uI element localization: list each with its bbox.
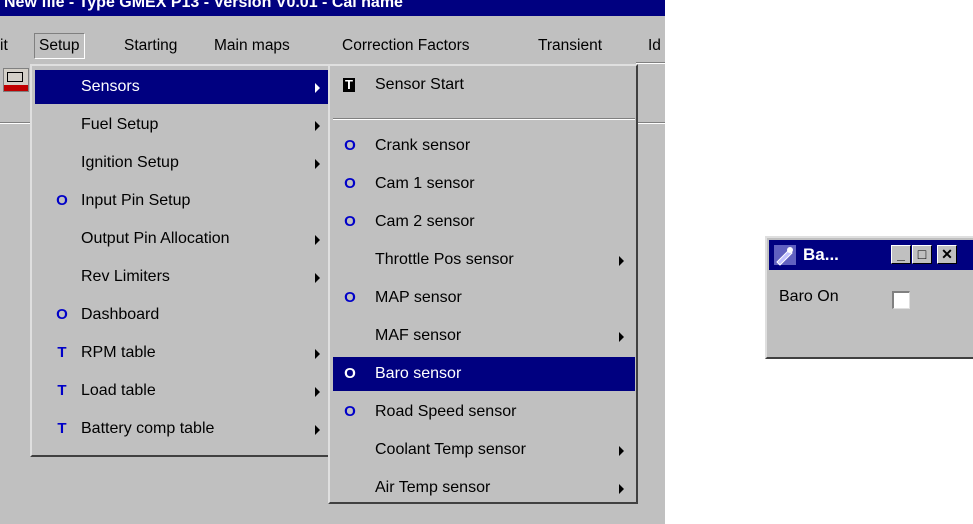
option-icon: O	[56, 192, 68, 209]
submenu-arrow-icon	[315, 425, 320, 435]
menu-transient[interactable]: Transient	[538, 34, 602, 58]
menu-bar: it Setup Starting Main maps Correction F…	[0, 24, 665, 60]
table-icon: T	[57, 344, 67, 361]
option-icon: O	[344, 213, 356, 230]
wrench-icon	[774, 245, 796, 266]
minimize-button[interactable]: _	[891, 245, 911, 264]
toolbar-ecu-icon[interactable]	[3, 68, 29, 92]
menu-item-label: Output Pin Allocation	[81, 230, 230, 247]
menu-separator	[333, 118, 635, 120]
menu-item-map-sensor[interactable]: O MAP sensor	[333, 281, 635, 315]
toolbar-divider	[0, 122, 34, 124]
submenu-arrow-icon	[315, 387, 320, 397]
menu-idle[interactable]: Id	[648, 34, 661, 58]
submenu-arrow-icon	[315, 235, 320, 245]
menu-item-label: Crank sensor	[375, 137, 471, 154]
menu-item-label: Air Temp sensor	[375, 479, 491, 496]
menu-setup[interactable]: Setup	[34, 33, 85, 59]
menu-item-label: Ignition Setup	[81, 154, 179, 171]
option-icon: O	[344, 403, 356, 420]
option-icon: O	[56, 306, 68, 323]
submenu-arrow-icon	[619, 446, 624, 456]
option-icon: O	[344, 175, 356, 192]
close-button[interactable]: ✕	[937, 245, 957, 264]
toolbar-top-divider	[636, 62, 665, 64]
menu-item-cam-2-sensor[interactable]: O Cam 2 sensor	[333, 205, 635, 239]
menu-item-label: MAP sensor	[375, 289, 462, 306]
menu-item-rpm-table[interactable]: T RPM table	[35, 336, 329, 370]
menu-main-maps[interactable]: Main maps	[214, 34, 290, 58]
menu-item-load-table[interactable]: T Load table	[35, 374, 329, 408]
table-icon: T	[57, 420, 67, 437]
menu-edit[interactable]: it	[0, 34, 8, 58]
option-icon: O	[344, 137, 356, 154]
table-icon: T	[57, 382, 67, 399]
menu-item-label: Road Speed sensor	[375, 403, 517, 420]
baro-window-title: Ba...	[803, 245, 839, 264]
option-icon: O	[344, 289, 356, 306]
maximize-button[interactable]: □	[912, 245, 932, 264]
menu-item-battery-comp-table[interactable]: T Battery comp table	[35, 412, 329, 446]
menu-item-label: Throttle Pos sensor	[375, 251, 514, 268]
submenu-arrow-icon	[619, 256, 624, 266]
submenu-arrow-icon	[315, 159, 320, 169]
menu-item-sensors[interactable]: Sensors	[35, 70, 329, 104]
toolbar-divider-right	[636, 122, 665, 124]
baro-on-checkbox[interactable]	[892, 291, 910, 309]
menu-item-air-temp-sensor[interactable]: Air Temp sensor	[333, 471, 635, 505]
menu-item-label: Fuel Setup	[81, 116, 159, 133]
menu-item-throttle-pos-sensor[interactable]: Throttle Pos sensor	[333, 243, 635, 277]
submenu-arrow-icon	[315, 349, 320, 359]
menu-item-label: MAF sensor	[375, 327, 462, 344]
menu-item-label: Battery comp table	[81, 420, 215, 437]
menu-item-coolant-temp-sensor[interactable]: Coolant Temp sensor	[333, 433, 635, 467]
submenu-arrow-icon	[315, 83, 320, 93]
baro-window: Ba... _ □ ✕ Baro On	[765, 236, 973, 359]
menu-item-sensor-start[interactable]: T Sensor Start	[333, 68, 635, 102]
menu-item-fuel-setup[interactable]: Fuel Setup	[35, 108, 329, 142]
menu-starting[interactable]: Starting	[124, 34, 177, 58]
setup-menu: Sensors Fuel Setup Ignition Setup O Input Pi…	[30, 64, 332, 457]
menu-item-dashboard[interactable]: O Dashboard	[35, 298, 329, 332]
submenu-arrow-icon	[619, 332, 624, 342]
menu-item-ignition-setup[interactable]: Ignition Setup	[35, 146, 329, 180]
menu-item-label: Load table	[81, 382, 156, 399]
submenu-arrow-icon	[619, 484, 624, 494]
menu-item-baro-sensor[interactable]: O Baro sensor	[333, 357, 635, 391]
menu-item-rev-limiters[interactable]: Rev Limiters	[35, 260, 329, 294]
menu-item-label: Coolant Temp sensor	[375, 441, 526, 458]
sensors-submenu: T Sensor Start O Crank sensor O Cam 1 sensor O…	[328, 64, 638, 504]
menu-item-label: RPM table	[81, 344, 156, 361]
table-icon: T	[343, 78, 355, 92]
menu-item-road-speed-sensor[interactable]: O Road Speed sensor	[333, 395, 635, 429]
submenu-arrow-icon	[315, 273, 320, 283]
menu-item-label: Dashboard	[81, 306, 160, 323]
submenu-arrow-icon	[315, 121, 320, 131]
menu-item-label: Rev Limiters	[81, 268, 170, 285]
baro-window-title-bar[interactable]: Ba... _ □ ✕	[769, 240, 973, 270]
menu-item-maf-sensor[interactable]: MAF sensor	[333, 319, 635, 353]
menu-item-output-pin-allocation[interactable]: Output Pin Allocation	[35, 222, 329, 256]
option-icon: O	[344, 365, 356, 382]
baro-on-label: Baro On	[779, 288, 839, 305]
app-title-bar: New file - Type GMEX P13 - Version V0.01…	[0, 0, 665, 16]
menu-item-label: Cam 2 sensor	[375, 213, 475, 230]
menu-correction-factors[interactable]: Correction Factors	[342, 34, 469, 58]
menu-item-label: Cam 1 sensor	[375, 175, 475, 192]
application-window: New file - Type GMEX P13 - Version V0.01…	[0, 0, 665, 524]
menu-item-label: Input Pin Setup	[81, 192, 191, 209]
menu-item-crank-sensor[interactable]: O Crank sensor	[333, 129, 635, 163]
menu-item-label: Sensors	[81, 78, 140, 95]
menu-item-input-pin-setup[interactable]: O Input Pin Setup	[35, 184, 329, 218]
menu-item-label: Sensor Start	[375, 76, 464, 93]
menu-item-cam-1-sensor[interactable]: O Cam 1 sensor	[333, 167, 635, 201]
menu-item-label: Baro sensor	[375, 365, 462, 382]
